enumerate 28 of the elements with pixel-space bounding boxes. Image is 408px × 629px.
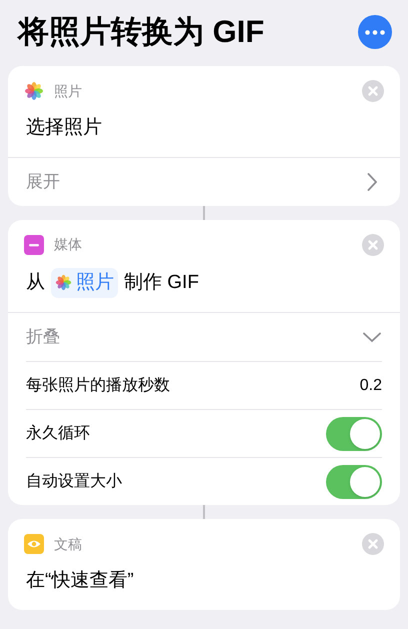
parameter-label: 每张照片的播放秒数 bbox=[26, 376, 170, 396]
ellipsis-icon bbox=[365, 30, 385, 34]
more-button[interactable] bbox=[358, 15, 392, 49]
close-icon[interactable] bbox=[362, 533, 384, 555]
parameter-label: 自动设置大小 bbox=[26, 472, 122, 492]
toggle-switch[interactable] bbox=[326, 416, 382, 450]
category-label: 照片 bbox=[54, 82, 82, 100]
eye-icon bbox=[24, 534, 44, 554]
variable-token[interactable]: 照片 bbox=[51, 268, 118, 298]
action-text: 制作 GIF bbox=[124, 270, 199, 294]
close-icon[interactable] bbox=[362, 80, 384, 102]
action-text: 选择照片 bbox=[26, 116, 102, 140]
expand-row[interactable]: 展开 bbox=[8, 156, 400, 206]
close-icon[interactable] bbox=[362, 234, 384, 256]
photos-icon bbox=[24, 81, 44, 101]
action-text: 在“快速查看” bbox=[26, 569, 134, 593]
page-title: 将照片转换为 GIF bbox=[18, 13, 264, 51]
toggle-switch[interactable] bbox=[326, 464, 382, 498]
photos-icon bbox=[55, 274, 72, 292]
category-label: 媒体 bbox=[54, 235, 82, 254]
category-label: 文稿 bbox=[54, 534, 82, 554]
parameter-label: 永久循环 bbox=[26, 424, 90, 444]
action-text: 从 bbox=[26, 270, 45, 294]
expand-label: 展开 bbox=[26, 170, 60, 193]
expand-label: 折叠 bbox=[26, 326, 60, 348]
expand-row[interactable]: 折叠 bbox=[8, 312, 400, 361]
parameter-value[interactable]: 0.2 bbox=[360, 374, 382, 398]
media-icon bbox=[24, 234, 44, 254]
